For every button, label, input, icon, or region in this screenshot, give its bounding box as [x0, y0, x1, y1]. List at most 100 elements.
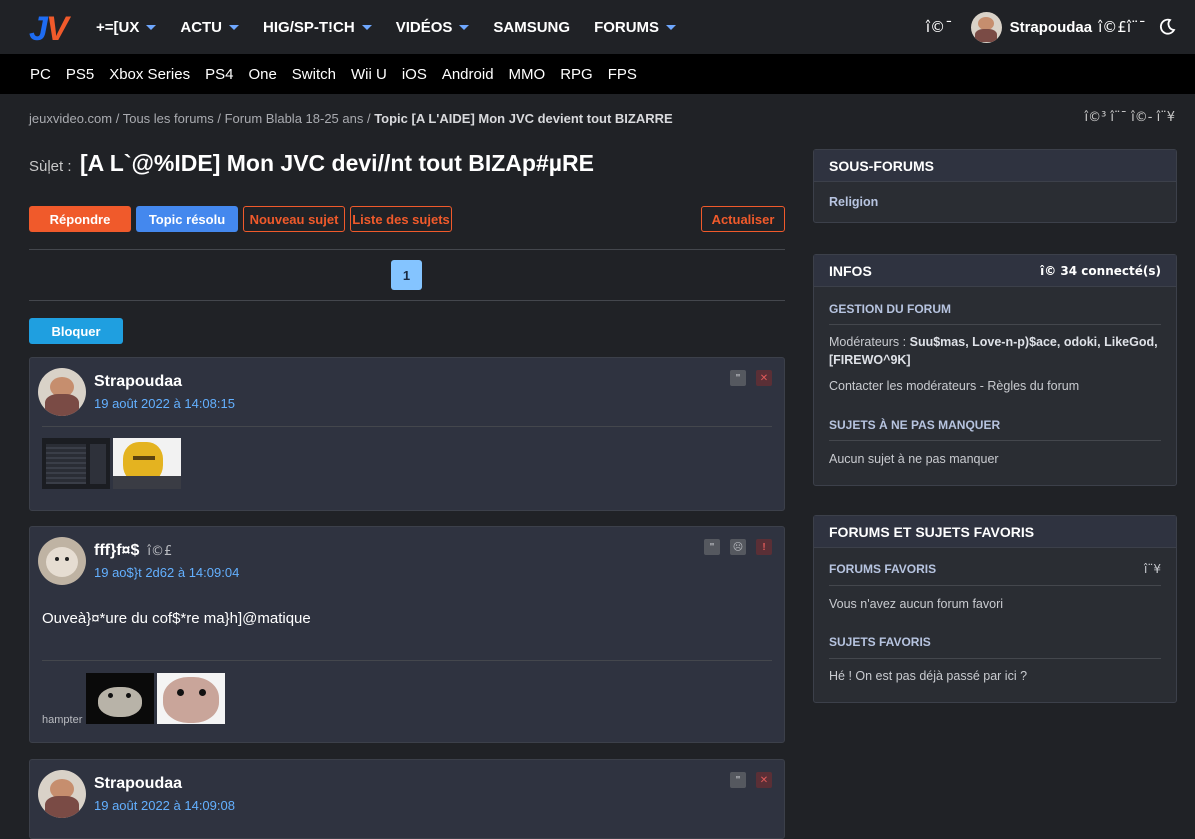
post-actions: " ✕	[720, 772, 772, 788]
pagination-page[interactable]: 1	[391, 260, 422, 290]
svg-text:V: V	[46, 10, 71, 44]
subforums-card: SOUS-FORUMS Religion	[813, 149, 1177, 223]
avatar[interactable]	[970, 11, 1002, 43]
avatar[interactable]	[38, 537, 86, 585]
breadcrumb-current: Topic [A L'AIDE] Mon JVC devient tout BI…	[374, 111, 673, 126]
nav-item-videos[interactable]: VIDÉOS	[396, 19, 470, 36]
forum-post: Strapoudaa 19 août 2022 à 14:08:15 " ✕	[29, 357, 785, 511]
subforum-link[interactable]: Religion	[829, 195, 878, 209]
signature-image-hamster[interactable]	[86, 673, 154, 724]
section-title: SUJETS À NE PAS MANQUER	[829, 418, 1001, 432]
infos-card: INFOS î© 34 connecté(s) GESTION DU FORUM…	[813, 254, 1177, 486]
chevron-down-icon	[146, 24, 157, 30]
new-subject-button[interactable]: Nouveau sujet	[243, 206, 345, 232]
post-date[interactable]: 19 août 2022 à 14:08:15	[94, 396, 235, 411]
platform-link[interactable]: Switch	[292, 66, 336, 83]
signature-image-hamster-closeup[interactable]	[157, 673, 225, 724]
forum-post: Strapoudaa 19 août 2022 à 14:09:08 " ✕	[29, 759, 785, 839]
user-badge-icon: î©£	[147, 544, 173, 559]
breadcrumb-link[interactable]: jeuxvideo.com	[29, 111, 112, 126]
section-title: GESTION DU FORUM	[829, 302, 951, 316]
post-actions: " ☹ !	[694, 539, 772, 555]
topic-tools-icons[interactable]: î©³ î¨¯ î©- î¨¥	[1084, 110, 1175, 125]
subject-list-button[interactable]: Liste des sujets	[350, 206, 452, 232]
report-icon[interactable]: !	[756, 539, 772, 555]
nav-item-forums[interactable]: FORUMS	[594, 19, 677, 36]
platform-link[interactable]: One	[248, 66, 276, 83]
chevron-down-icon	[459, 24, 470, 30]
quote-icon[interactable]: "	[704, 539, 720, 555]
chevron-down-icon	[666, 24, 677, 30]
moon-icon[interactable]	[1158, 18, 1176, 36]
quote-icon[interactable]: "	[730, 370, 746, 386]
nav-item-hightech[interactable]: HIG/SP-T!CH	[263, 19, 372, 36]
platform-link[interactable]: FPS	[608, 66, 637, 83]
user-area: î©¯ Strapoudaa î©£î¨¯	[926, 0, 1195, 54]
divider	[29, 249, 785, 250]
forum-post: fff}f¤$ î©£ 19 ao$}t 2d62 à 14:09:04 " ☹ …	[29, 526, 785, 743]
divider	[829, 440, 1161, 441]
platform-link[interactable]: PS4	[205, 66, 233, 83]
sad-face-icon[interactable]: ☹	[730, 539, 746, 555]
platform-link[interactable]: MMO	[509, 66, 546, 83]
divider	[829, 324, 1161, 325]
post-date[interactable]: 19 ao$}t 2d62 à 14:09:04	[94, 565, 239, 580]
divider	[829, 658, 1161, 659]
connected-count[interactable]: î© 34 connecté(s)	[1040, 264, 1161, 278]
breadcrumb-link[interactable]: Tous les forums	[123, 111, 214, 126]
card-header: FORUMS ET SUJETS FAVORIS	[814, 516, 1176, 548]
post-author[interactable]: Strapoudaa	[94, 775, 182, 793]
signature-image-screenshot[interactable]	[42, 438, 110, 489]
notifications-icon[interactable]: î©£î¨¯	[1098, 18, 1146, 36]
platform-link[interactable]: PC	[30, 66, 51, 83]
reply-button[interactable]: Répondre	[29, 206, 131, 232]
platform-link[interactable]: iOS	[402, 66, 427, 83]
post-body: Ouveà}¤*ure du cof$*re ma}h]@matique	[42, 610, 311, 627]
nav-item-actu[interactable]: ACTU	[180, 19, 240, 36]
platform-link[interactable]: Wii U	[351, 66, 387, 83]
platform-link[interactable]: RPG	[560, 66, 593, 83]
section-title: FORUMS FAVORIS	[829, 562, 937, 576]
avatar[interactable]	[38, 368, 86, 416]
post-date[interactable]: 19 août 2022 à 14:09:08	[94, 798, 235, 813]
platform-link[interactable]: PS5	[66, 66, 94, 83]
quote-icon[interactable]: "	[730, 772, 746, 788]
moderators-line: Modérateurs : Suu$mas, Love-n-p)$ace, od…	[829, 335, 1158, 349]
nav-item-samsung[interactable]: SAMSUNG	[493, 19, 570, 36]
topic-resolved-button[interactable]: Topic résolu	[136, 206, 238, 232]
signature-image-face[interactable]	[113, 438, 181, 489]
delete-icon[interactable]: ✕	[756, 772, 772, 788]
topic-label: Sùļet :	[29, 158, 72, 175]
platform-link[interactable]: Xbox Series	[109, 66, 190, 83]
nav-item-ux[interactable]: +=[UX	[96, 19, 157, 36]
post-actions: " ✕	[720, 370, 772, 386]
platform-bar: PC PS5 Xbox Series PS4 One Switch Wii U …	[0, 54, 1195, 94]
topic-title: [A L`@%IDE] Mon JVC devi//nt tout BIZAp#…	[79, 150, 594, 176]
card-header: INFOS î© 34 connecté(s)	[814, 255, 1176, 287]
divider	[29, 300, 785, 301]
main-nav: +=[UX ACTU HIG/SP-T!CH VIDÉOS SAMSUNG FO…	[96, 0, 700, 54]
jv-logo[interactable]: J V	[29, 10, 71, 44]
chevron-down-icon	[229, 24, 240, 30]
avatar[interactable]	[38, 770, 86, 818]
divider	[829, 585, 1161, 586]
moderators-list[interactable]: [FIREWO^9K]	[829, 353, 911, 367]
post-author[interactable]: Strapoudaa	[94, 373, 182, 391]
signature-label: hampter	[42, 714, 83, 726]
divider	[42, 660, 772, 661]
section-title: SUJETS FAVORIS	[829, 635, 931, 649]
card-header: SOUS-FORUMS	[814, 150, 1176, 182]
moderators-list[interactable]: Suu$mas, Love-n-p)$ace, odoki, LikeGod,	[910, 335, 1158, 349]
favorites-settings-icon[interactable]: î¨¥	[1144, 562, 1161, 576]
delete-icon[interactable]: ✕	[756, 370, 772, 386]
contact-moderators-link[interactable]: Contacter les modérateurs - Règles du fo…	[829, 379, 1079, 393]
username[interactable]: Strapoudaa	[1010, 19, 1093, 36]
platform-link[interactable]: Android	[442, 66, 494, 83]
post-author[interactable]: fff}f¤$ î©£	[94, 542, 172, 560]
block-button[interactable]: Bloquer	[29, 318, 123, 344]
search-icon[interactable]: î©¯	[926, 18, 953, 36]
favorite-topics-text: Hé ! On est pas déjà passé par ici ?	[829, 669, 1028, 683]
no-favorite-forums: Vous n'avez aucun forum favori	[829, 597, 1004, 611]
refresh-button[interactable]: Actualiser	[701, 206, 785, 232]
breadcrumb-link[interactable]: Forum Blabla 18-25 ans	[225, 111, 364, 126]
